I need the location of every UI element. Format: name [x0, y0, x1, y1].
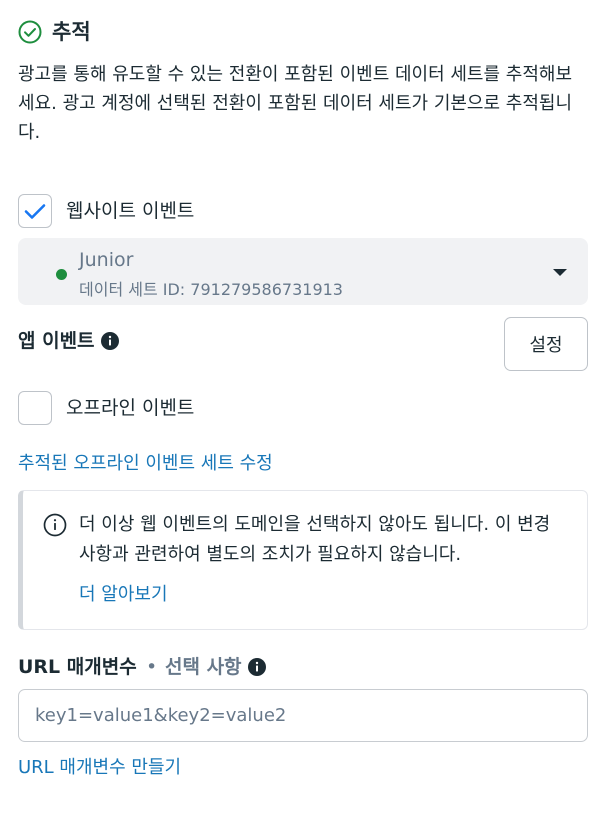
checkmark-icon — [24, 204, 46, 219]
dataset-selector[interactable]: Junior 데이터 세트 ID: 791279586731913 — [18, 238, 588, 305]
create-url-params-link[interactable]: URL 매개변수 만들기 — [18, 756, 181, 780]
info-icon[interactable] — [100, 332, 119, 350]
caret-down-icon — [553, 269, 567, 276]
url-params-input[interactable] — [18, 689, 588, 742]
dataset-name: Junior — [79, 249, 134, 271]
offline-events-label: 오프라인 이벤트 — [66, 397, 195, 419]
offline-events-checkbox[interactable] — [18, 391, 52, 425]
separator-dot: • — [146, 656, 158, 678]
status-dot — [56, 269, 67, 280]
website-events-checkbox[interactable] — [18, 194, 52, 228]
dataset-id: 데이터 세트 ID: 791279586731913 — [79, 280, 343, 299]
settings-button[interactable]: 설정 — [504, 317, 588, 371]
info-outline-icon — [43, 513, 67, 537]
section-description: 광고를 통해 유도할 수 있는 전환이 포함된 이벤트 데이터 세트를 추적해보… — [18, 64, 573, 143]
app-events-label: 앱 이벤트 — [18, 330, 95, 352]
info-icon[interactable] — [247, 658, 266, 676]
section-title: 추적 — [52, 20, 91, 44]
url-params-label: URL 매개변수 — [18, 656, 137, 678]
check-circle-icon — [18, 20, 42, 44]
app-events-heading: 앱 이벤트 — [18, 328, 119, 354]
edit-offline-event-sets-link[interactable]: 추적된 오프라인 이벤트 세트 수정 — [18, 452, 273, 476]
website-events-label: 웹사이트 이벤트 — [66, 200, 195, 222]
notice-text: 더 이상 웹 이벤트의 도메인을 선택하지 않아도 됩니다. 이 변경 사항과 … — [79, 514, 551, 565]
notice-banner: 더 이상 웹 이벤트의 도메인을 선택하지 않아도 됩니다. 이 변경 사항과 … — [18, 490, 588, 630]
optional-label: 선택 사항 — [165, 656, 242, 678]
optional-label-group: 선택 사항 — [165, 654, 266, 680]
learn-more-link[interactable]: 더 알아보기 — [79, 583, 168, 607]
